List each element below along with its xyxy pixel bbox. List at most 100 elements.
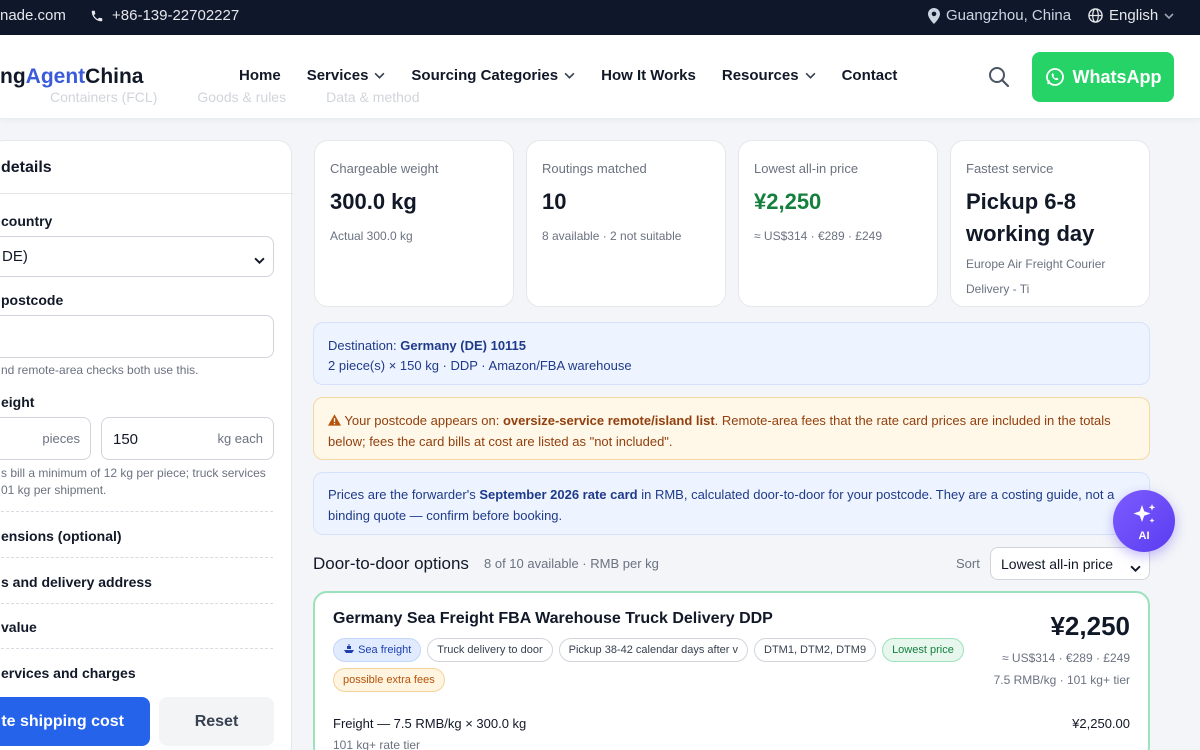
tag-extra-fees: possible extra fees (333, 668, 445, 692)
stat-value: ¥2,250 (754, 189, 822, 214)
section-delivery-address[interactable]: s and delivery address (1, 574, 273, 590)
remote-area-warning: Your postcode appears on: oversize-servi… (313, 397, 1150, 460)
background-tabs: Containers (FCL) Goods & rules Data & me… (50, 89, 419, 105)
nav-label: Sourcing Categories (411, 67, 559, 84)
contact-email[interactable]: nade.com (0, 7, 66, 24)
stat-fastest-service: Fastest service Pickup 6-8 working day E… (950, 140, 1150, 307)
chevron-down-icon (564, 72, 575, 79)
chevron-down-icon (1130, 559, 1141, 575)
weight-label: eight (1, 394, 35, 410)
divider (1, 557, 273, 558)
weight-unit: kg each (217, 431, 263, 446)
option-title: Germany Sea Freight FBA Warehouse Truck … (333, 610, 773, 627)
location-pin-icon (928, 7, 940, 24)
nav-how-it-works[interactable]: How It Works (601, 67, 696, 84)
info-pre: Prices are the forwarder's (328, 487, 476, 502)
warning-icon (328, 413, 341, 428)
ai-assistant-button[interactable]: AI (1113, 490, 1175, 552)
ghost-tab-1: Containers (FCL) (50, 89, 158, 105)
globe-icon (1088, 8, 1103, 23)
nav-label: Home (239, 67, 281, 84)
nav-contact[interactable]: Contact (842, 67, 898, 84)
nav-services[interactable]: Services (307, 67, 386, 84)
destination-label: Destination: (328, 338, 397, 353)
divider (1, 648, 273, 649)
options-count: 8 of 10 available · RMB per kg (484, 556, 659, 571)
tag-sea-freight: Sea freight (333, 638, 422, 662)
weight-value: 150 (113, 431, 139, 448)
pieces-unit: pieces (42, 431, 80, 446)
country-value: DE) (2, 248, 28, 265)
sort-label: Sort (956, 556, 980, 571)
stat-label: Lowest all-in price (754, 161, 859, 176)
chevron-down-icon (374, 72, 385, 79)
calculate-button[interactable]: te shipping cost (0, 697, 150, 746)
stat-value: 10 (542, 189, 567, 214)
weight-input[interactable]: 150 kg each (101, 417, 274, 460)
panel-title: details (1, 159, 52, 176)
tag-pickup-time: Pickup 38-42 calendar days after v (558, 638, 748, 662)
logo-suffix: China (85, 65, 144, 88)
nav-home[interactable]: Home (239, 67, 281, 84)
destination-summary: Destination: Germany (DE) 10115 2 piece(… (313, 322, 1150, 385)
sort-select[interactable]: Lowest all-in price (990, 547, 1150, 580)
warning-list: oversize-service remote/island list (502, 413, 715, 428)
section-services-charges[interactable]: ervices and charges (1, 665, 273, 681)
chevron-down-icon (1164, 12, 1174, 19)
freight-line-sub: 101 kg+ rate tier (333, 738, 421, 750)
freight-line-label: Freight — 7.5 RMB/kg × 300.0 kg (333, 716, 527, 731)
stat-label: Routings matched (542, 161, 647, 176)
tag-postcode-zones: DTM1, DTM2, DTM9 (754, 638, 877, 662)
nav-sourcing-categories[interactable]: Sourcing Categories (411, 67, 575, 84)
nav-label: Resources (721, 67, 799, 84)
section-value[interactable]: value (1, 619, 273, 635)
stat-lowest-price: Lowest all-in price ¥2,250 ≈ US$314 · €2… (738, 140, 938, 307)
nav-resources[interactable]: Resources (722, 67, 816, 84)
divider (1, 603, 273, 604)
postcode-hint: nd remote-area checks both use this. (1, 363, 199, 377)
logo-prefix: ng (0, 65, 26, 88)
divider (1, 511, 273, 512)
search-icon[interactable] (988, 66, 1010, 93)
shipping-option-card[interactable]: Germany Sea Freight FBA Warehouse Truck … (313, 591, 1150, 750)
site-logo[interactable]: ngAgentChina (0, 65, 144, 89)
language-label: English (1109, 7, 1159, 24)
language-switcher[interactable]: English (1088, 7, 1174, 24)
divider (0, 193, 293, 194)
site-header: ngAgentChina Containers (FCL) Goods & ru… (0, 35, 1200, 119)
contact-phone[interactable]: +86-139-22702227 (90, 7, 239, 24)
weight-hint-1: s bill a minimum of 12 kg per piece; tru… (1, 466, 266, 480)
stat-sub: Europe Air Freight Courier Delivery - Ti (966, 257, 1106, 296)
rate-card-info: Prices are the forwarder's September 202… (313, 472, 1150, 535)
tag-truck-delivery: Truck delivery to door (427, 638, 553, 662)
stat-sub: 8 available · 2 not suitable (542, 229, 682, 243)
section-dimensions[interactable]: ensions (optional) (1, 528, 273, 544)
phone-number: +86-139-22702227 (112, 7, 240, 24)
tag-lowest-price: Lowest price (882, 638, 964, 662)
top-bar: nade.com +86-139-22702227 Guangzhou, Chi… (0, 0, 1200, 35)
chevron-down-icon (805, 72, 816, 79)
stat-chargeable-weight: Chargeable weight 300.0 kg Actual 300.0 … (314, 140, 514, 307)
main-nav: Home Services Sourcing Categories How It… (239, 67, 897, 84)
sort-value: Lowest all-in price (1001, 556, 1114, 572)
stat-label: Fastest service (966, 161, 1054, 176)
whatsapp-button[interactable]: WhatsApp (1032, 52, 1174, 102)
whatsapp-label: WhatsApp (1072, 66, 1162, 87)
pieces-input[interactable]: pieces (0, 417, 91, 460)
stat-value: Pickup 6-8 working day (966, 189, 1095, 246)
stat-routings-matched: Routings matched 10 8 available · 2 not … (526, 140, 726, 307)
stat-sub: Actual 300.0 kg (330, 229, 413, 243)
sparkle-icon (1130, 502, 1158, 533)
reset-button[interactable]: Reset (159, 697, 274, 746)
ghost-tab-3: Data & method (326, 89, 420, 105)
location-text: Guangzhou, China (946, 7, 1072, 24)
tag-text: Sea freight (358, 644, 412, 656)
chevron-down-icon (254, 251, 265, 268)
whatsapp-icon (1045, 67, 1065, 87)
country-select[interactable]: DE) (0, 236, 274, 277)
logo-accent: Agent (25, 65, 86, 88)
ship-icon (343, 644, 355, 656)
stat-value: 300.0 kg (330, 189, 417, 214)
postcode-input[interactable] (0, 315, 274, 358)
option-tags: Sea freight Truck delivery to door Picku… (333, 638, 993, 692)
